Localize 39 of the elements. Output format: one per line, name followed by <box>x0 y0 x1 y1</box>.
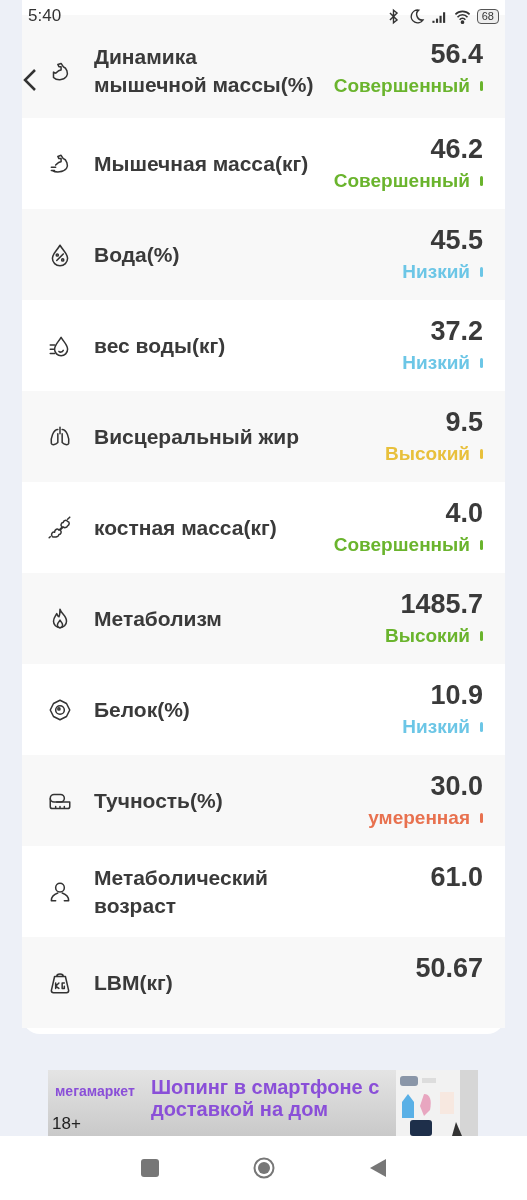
metric-status: Низкий <box>402 261 470 283</box>
metric-value: 61.0 <box>430 861 483 894</box>
metric-name: вес воды(кг) <box>94 332 227 359</box>
metric-value: 30.0 <box>430 770 483 803</box>
metric-name: Мышечная масса(кг) <box>94 150 310 177</box>
metric-name: Белок(%) <box>94 696 191 723</box>
metric-name: Вода(%) <box>94 241 181 268</box>
metric-name: Метаболический возраст <box>94 864 269 919</box>
metric-status: Совершенный <box>333 534 470 556</box>
metric-name: Метаболизм <box>94 605 223 632</box>
metric-value: 9.5 <box>445 406 483 439</box>
ad-banner[interactable]: мегамаркет Шопинг в смартфоне с доставкой на дом 18+ <box>48 1070 478 1136</box>
metric-value: 37.2 <box>430 315 483 348</box>
metric-status: Совершенный <box>333 170 470 192</box>
home-button[interactable] <box>252 1157 275 1179</box>
metric-value: 10.9 <box>430 679 483 712</box>
metric-status: Высокий <box>385 443 470 465</box>
ad-brand: мегамаркет <box>55 1083 135 1099</box>
metric-name: LBM(кг) <box>94 969 174 996</box>
recents-button[interactable] <box>138 1157 161 1179</box>
metric-value: 50.67 <box>415 952 483 985</box>
ad-headline: Шопинг в смартфоне с доставкой на дом <box>151 1076 381 1120</box>
metric-status: Совершенный <box>333 75 470 97</box>
metric-icon <box>47 514 73 541</box>
metric-value: 45.5 <box>430 224 483 257</box>
status-time: 5:40 <box>28 6 62 26</box>
age-rating: 18+ <box>52 1114 81 1134</box>
metric-status: Низкий <box>402 352 470 374</box>
metric-value: 1485.7 <box>400 588 483 621</box>
metric-name: Висцеральный жир <box>94 423 301 450</box>
metric-value: 46.2 <box>430 133 483 166</box>
metric-name: Динамика мышечной массы(%) <box>94 43 314 98</box>
metric-name: Тучность(%) <box>94 787 224 814</box>
metric-value: 56.4 <box>430 38 483 71</box>
metric-value: 4.0 <box>445 497 483 530</box>
metric-name: костная масса(кг) <box>94 514 278 541</box>
metric-status: Высокий <box>385 625 470 647</box>
metric-status: Низкий <box>402 716 470 738</box>
metric-status: умеренная <box>368 807 470 829</box>
